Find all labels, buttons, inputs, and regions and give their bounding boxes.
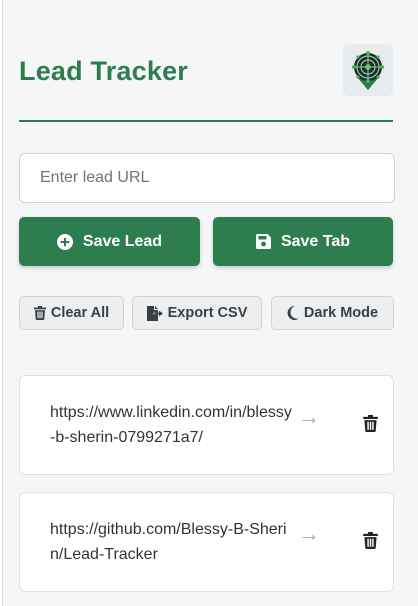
lead-link[interactable]: https://github.com/Blessy-B-Sherin/Lead-… [50,517,292,567]
trash-icon [33,306,46,320]
clear-all-label: Clear All [50,305,110,321]
delete-lead-button[interactable] [360,529,380,551]
file-export-icon [146,305,163,321]
lead-url-input[interactable] [19,153,395,203]
arrow-right-icon: → [298,521,320,546]
lead-link[interactable]: https://www.linkedin.com/in/blessy-b-she… [50,400,292,450]
header: Lead Tracker [19,44,393,98]
save-lead-label: Save Lead [82,232,163,250]
export-csv-button[interactable]: Export CSV [132,296,262,330]
save-lead-button[interactable]: Save Lead [19,217,200,266]
radar-target-map-pin-icon [343,44,393,96]
floppy-disk-icon [255,234,271,249]
extension-panel: Lead Tracker Enter lead URL Save Lead Sa… [2,0,418,606]
export-csv-label: Export CSV [167,305,248,321]
plus-circle-icon [56,233,73,250]
trash-icon [362,414,378,432]
header-divider [19,120,393,122]
dark-mode-label: Dark Mode [303,305,379,321]
arrow-right-icon: → [298,404,320,429]
clear-all-button[interactable]: Clear All [19,296,124,330]
dark-mode-toggle[interactable]: Dark Mode [271,296,394,330]
list-item: https://www.linkedin.com/in/blessy-b-she… [19,375,394,475]
list-item: https://github.com/Blessy-B-Sherin/Lead-… [19,492,394,592]
trash-icon [362,531,378,549]
save-tab-button[interactable]: Save Tab [213,217,393,266]
moon-icon [287,306,299,320]
save-tab-label: Save Tab [280,232,351,250]
delete-lead-button[interactable] [360,412,380,434]
app-title: Lead Tracker [19,56,189,86]
